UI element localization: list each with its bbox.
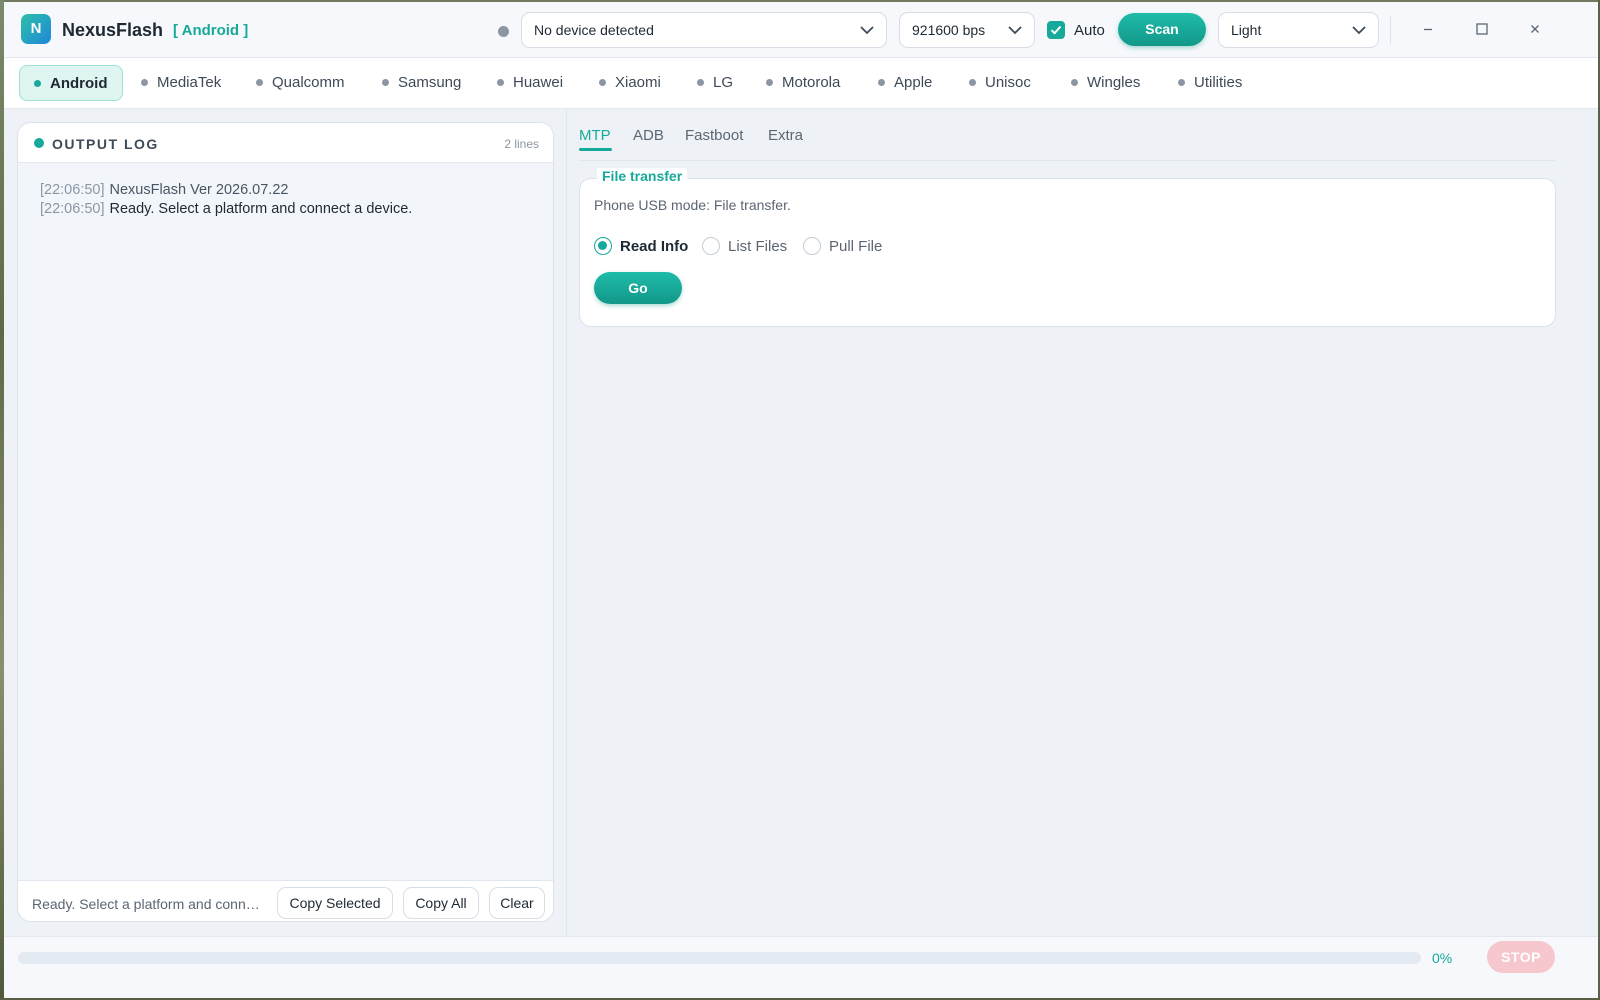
platform-tab-label: Utilities	[1194, 74, 1243, 91]
group-title: File transfer	[597, 168, 688, 184]
output-log-title: OUTPUT LOG	[52, 136, 159, 152]
platform-tab-samsung[interactable]: Samsung	[368, 65, 475, 101]
log-timestamp: [22:06:50]	[40, 201, 105, 217]
go-button[interactable]: Go	[594, 272, 682, 304]
platform-tab-unisoc[interactable]: Unisoc	[955, 65, 1045, 101]
log-line[interactable]: [22:06:50] Ready. Select a platform and c…	[40, 200, 540, 219]
title-bar[interactable]: N NexusFlash [ Android ] No device detec…	[4, 2, 1598, 58]
toolbar-divider	[1390, 16, 1391, 44]
platform-dot	[1178, 78, 1185, 86]
tab-adb[interactable]: ADB	[633, 127, 664, 144]
progress-percent: 0%	[1432, 950, 1453, 966]
platform-tab-label: Xiaomi	[615, 74, 661, 91]
scan-button[interactable]: Scan	[1118, 13, 1206, 46]
platform-dot	[141, 78, 148, 86]
checkmark-icon	[1050, 25, 1062, 35]
platform-tag: [ Android ]	[173, 22, 249, 39]
tab-extra[interactable]: Extra	[768, 127, 803, 144]
platform-dot	[497, 78, 504, 86]
radio-pull-file[interactable]	[803, 237, 821, 255]
output-log-panel: OUTPUT LOG 2 lines [22:06:50] NexusFlash …	[17, 122, 554, 922]
app-logo-icon: N	[21, 14, 51, 44]
platform-dot	[599, 78, 606, 86]
platform-tab-label: Samsung	[398, 74, 462, 91]
bottom-bar	[4, 936, 1598, 998]
chevron-down-icon	[1352, 26, 1366, 35]
platform-dot	[382, 78, 389, 86]
platform-tab-apple[interactable]: Apple	[864, 65, 946, 101]
platform-tab-label: Unisoc	[985, 74, 1031, 91]
chevron-down-icon	[1008, 26, 1022, 35]
log-status-dot	[34, 138, 44, 148]
platform-tab-huawei[interactable]: Huawei	[483, 65, 577, 101]
app-window: N NexusFlash [ Android ] No device detec…	[4, 2, 1598, 998]
group-description: Phone USB mode: File transfer.	[594, 197, 791, 213]
copy-selected-button[interactable]: Copy Selected	[277, 887, 393, 919]
output-log-footer: Ready. Select a platform and connect a d…	[18, 880, 553, 921]
clear-button[interactable]: Clear	[489, 887, 545, 919]
copy-all-button[interactable]: Copy All	[403, 887, 479, 919]
tab-fastboot[interactable]: Fastboot	[685, 127, 743, 144]
status-text: Ready. Select a platform and connect a d…	[32, 896, 266, 912]
platform-dot	[1071, 78, 1078, 86]
radio-read-info[interactable]	[594, 237, 612, 255]
device-status-dot	[498, 26, 509, 37]
platform-tab-mediatek[interactable]: MediaTek	[127, 65, 235, 101]
close-icon[interactable]	[1524, 18, 1546, 40]
output-log-header: OUTPUT LOG 2 lines	[18, 123, 553, 163]
platform-tab-motorola[interactable]: Motorola	[752, 65, 854, 101]
platform-tab-label: Apple	[894, 74, 933, 91]
platform-tab-xiaomi[interactable]: Xiaomi	[585, 65, 675, 101]
platform-tab-label: Wingles	[1087, 74, 1141, 91]
platform-dot	[697, 78, 704, 86]
tab-mtp[interactable]: MTP	[579, 127, 611, 144]
platform-dot	[878, 78, 885, 86]
panel-splitter[interactable]	[566, 109, 567, 936]
log-text-area[interactable]: [22:06:50] NexusFlash Ver 2026.07.22 [22:…	[40, 181, 540, 219]
auto-label: Auto	[1074, 22, 1105, 39]
radio-list-files-label[interactable]: List Files	[728, 238, 787, 255]
platform-tab-label: Qualcomm	[272, 74, 345, 91]
platform-tab-utilities[interactable]: Utilities	[1164, 65, 1256, 101]
chevron-down-icon	[860, 26, 874, 35]
platform-tab-label: Huawei	[513, 74, 564, 91]
platform-dot	[256, 78, 263, 86]
platform-tab-label: MediaTek	[157, 74, 222, 91]
active-tab-indicator	[579, 148, 612, 151]
stop-button[interactable]: STOP	[1487, 941, 1555, 973]
maximize-icon[interactable]	[1471, 18, 1493, 40]
theme-select[interactable]: Light	[1218, 12, 1379, 48]
platform-tab-wingles[interactable]: Wingles	[1057, 65, 1154, 101]
platform-tab-android[interactable]: Android	[19, 65, 123, 101]
log-timestamp: [22:06:50]	[40, 182, 105, 198]
platform-dot	[766, 78, 773, 86]
platform-tab-label: Motorola	[782, 74, 841, 91]
radio-read-info-label[interactable]: Read Info	[620, 238, 688, 255]
platform-tab-label: Android	[50, 75, 108, 92]
platform-tab-label: LG	[713, 74, 734, 91]
platform-dot	[34, 79, 41, 87]
device-select[interactable]: No device detected	[521, 12, 887, 48]
log-message: Ready. Select a platform and connect a d…	[109, 201, 413, 217]
baud-rate-select[interactable]: 921600 bps	[899, 12, 1035, 48]
platform-tab-lg[interactable]: LG	[683, 65, 747, 101]
log-line-count: 2 lines	[504, 137, 539, 151]
tab-divider	[579, 160, 1556, 161]
baud-rate-value: 921600 bps	[912, 22, 986, 38]
device-select-value: No device detected	[534, 22, 654, 38]
platform-tab-bar: Android MediaTek Qualcomm Samsung Huawei…	[4, 58, 1598, 109]
platform-dot	[969, 78, 976, 86]
progress-bar	[18, 952, 1421, 964]
minimize-icon[interactable]	[1417, 18, 1439, 40]
radio-pull-file-label[interactable]: Pull File	[829, 238, 882, 255]
auto-checkbox[interactable]	[1047, 21, 1065, 39]
log-line[interactable]: [22:06:50] NexusFlash Ver 2026.07.22	[40, 181, 540, 200]
log-message: NexusFlash Ver 2026.07.22	[109, 182, 289, 198]
app-title: NexusFlash	[62, 20, 164, 40]
radio-list-files[interactable]	[702, 237, 720, 255]
theme-select-value: Light	[1231, 22, 1262, 38]
platform-tab-qualcomm[interactable]: Qualcomm	[242, 65, 359, 101]
